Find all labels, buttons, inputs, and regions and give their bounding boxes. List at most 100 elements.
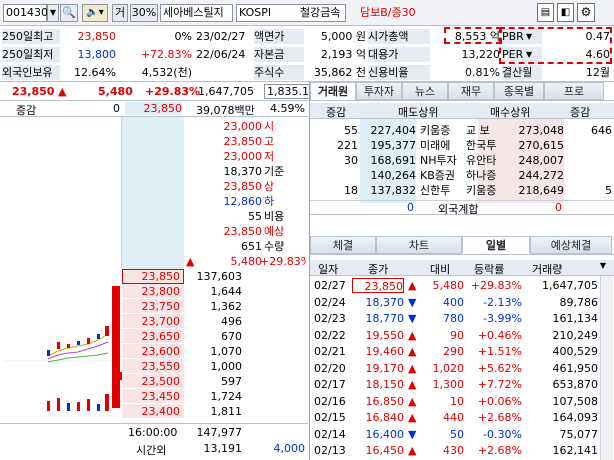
summary-label: 하: [264, 195, 275, 208]
info-e-1: 자본금: [254, 47, 304, 62]
tab-1[interactable]: 차트: [376, 236, 462, 254]
daily-close: 18,770: [365, 312, 405, 325]
daily-volume: 400,529: [552, 345, 599, 358]
broker-f: [568, 153, 612, 168]
summary-label: 비용: [264, 210, 285, 223]
highlight-box-ratios: [499, 27, 612, 64]
broker-c: 미래에: [420, 139, 451, 152]
gear-icon[interactable]: ⚙: [577, 3, 595, 22]
summary-label: 시: [264, 120, 275, 133]
price-extra: 1,835.1: [264, 84, 312, 99]
current-price: 23,850: [12, 85, 55, 98]
summary-label: 수량: [264, 240, 285, 253]
after-hours-ask: 13,191: [203, 442, 243, 455]
info-g-2: 신용비율: [368, 65, 430, 80]
daily-volume: 162,141: [552, 444, 599, 457]
tab-5[interactable]: 프로: [544, 82, 604, 100]
broker-c: 키움증: [420, 124, 451, 137]
up-arrow-icon: ▲: [186, 255, 195, 268]
summary-value: 23,850: [223, 180, 263, 193]
summary-value: 23,000: [223, 120, 263, 133]
broker-d: 키움증: [466, 184, 497, 197]
foreign-buy-total: 0: [555, 201, 562, 214]
broker-a: [312, 168, 358, 183]
daily-change: 430: [443, 444, 464, 457]
info-g-1: 대용가: [368, 47, 430, 62]
daily-rate: -3.99%: [483, 312, 522, 325]
summary-label: +29.83%: [260, 255, 306, 268]
daily-date: 02/23: [314, 312, 346, 325]
ask-qty: 496: [221, 315, 242, 328]
info-b-2: 12.64%: [74, 66, 116, 79]
broker-a: 30: [344, 154, 358, 167]
ask-price: 23,700: [141, 315, 181, 328]
daily-close: 19,460: [365, 345, 405, 358]
tab-2[interactable]: 뉴스: [402, 82, 448, 100]
daily-change: 290: [443, 345, 464, 358]
daily-date: 02/14: [314, 427, 346, 441]
info-d-2: [196, 65, 256, 80]
tab-3[interactable]: 재무: [448, 82, 494, 100]
col-date: 일자: [318, 263, 339, 276]
daily-change: 1,300: [432, 378, 465, 391]
broker-a: 55: [344, 124, 358, 137]
daily-change: 400: [443, 295, 464, 309]
compare-icon[interactable]: ◧: [557, 3, 574, 22]
broker-a: 221: [337, 139, 358, 152]
trade-volume: 1,647,705: [198, 85, 254, 98]
stock-code-input[interactable]: 001430: [3, 4, 48, 22]
info-h-1: 13,220: [461, 48, 501, 61]
daily-rate: -0.30%: [483, 427, 522, 441]
turnover-rate: 4.59%: [270, 102, 305, 115]
search-icon[interactable]: 🔍: [60, 4, 78, 22]
info-i-2: 결산월: [502, 65, 542, 80]
code-dropdown-button[interactable]: ▼: [47, 4, 59, 22]
info-e-2: 주식수: [254, 65, 304, 80]
down-triangle-icon: ▼: [408, 312, 417, 325]
daily-date: 02/27: [314, 279, 346, 292]
daily-date: 02/17: [314, 378, 346, 391]
summary-value: 651: [241, 240, 262, 253]
daily-scrollbar[interactable]: [600, 276, 613, 460]
daily-close: 16,400: [365, 427, 405, 441]
right-panel: 거래원 투자자 뉴스 재무 종목별 프로 증감 매도상위 매수상위 증감 55 227,40…: [309, 82, 614, 460]
order-book: 증감 0 23,850 39,078백만 4.59% 23,000 시 23,850…: [0, 101, 308, 460]
daily-change: 440: [443, 411, 464, 424]
header-price: 23,850: [125, 102, 182, 115]
tab-3[interactable]: 예상체결: [530, 236, 612, 254]
document-icon[interactable]: ▤: [537, 3, 554, 22]
tab-0[interactable]: 거래원: [310, 82, 356, 100]
summary-value: 12,860: [223, 195, 263, 208]
column-menu-dropdown[interactable]: ▼: [596, 261, 610, 270]
header-change-left: 증감: [326, 106, 347, 119]
info-j-2: 12월: [585, 66, 610, 79]
order-book-header: 증감 0 23,850 39,078백만 4.59%: [0, 101, 308, 117]
daily-volume: 1,647,705: [542, 279, 598, 292]
after-hours-label: 시간외: [136, 444, 167, 457]
tab-2[interactable]: 일별: [462, 236, 530, 254]
tab-1[interactable]: 투자자: [356, 82, 402, 100]
daily-close: 18,150: [365, 378, 405, 391]
broker-f: 646: [591, 124, 612, 137]
daily-volume: 164,093: [552, 411, 599, 424]
broker-f: [568, 168, 612, 183]
summary-value: 5,480: [230, 255, 263, 268]
speaker-icon[interactable]: 🔈▾: [82, 4, 108, 22]
info-a-1: 250일최저: [2, 47, 60, 62]
daily-volume: 89,786: [559, 295, 599, 309]
up-triangle-icon: ▲: [408, 279, 417, 292]
info-e-0: 액면가: [254, 29, 304, 44]
daily-date: 02/22: [314, 328, 346, 342]
daily-volume: 653,870: [552, 378, 599, 391]
price-summary: 23,000 시 23,850 고 23,000 저 18,370 기준 23,850 상 12,8…: [184, 119, 306, 269]
tab-4[interactable]: 종목별: [494, 82, 544, 100]
collateral-label: 담보B/증30: [360, 6, 416, 19]
broker-e: 248,007: [518, 154, 565, 167]
daily-rate: +0.06%: [477, 394, 522, 408]
info-b-0: 23,850: [77, 30, 117, 43]
up-triangle-icon: ▲: [408, 444, 417, 457]
col-close: 종가: [368, 263, 389, 276]
daily-table: 02/27 23,850 ▲ 5,480 +29.83% 1,647,705 02/24 18…: [310, 278, 600, 460]
tab-0[interactable]: 체결: [310, 236, 376, 254]
ask-qty: 670: [221, 330, 242, 343]
